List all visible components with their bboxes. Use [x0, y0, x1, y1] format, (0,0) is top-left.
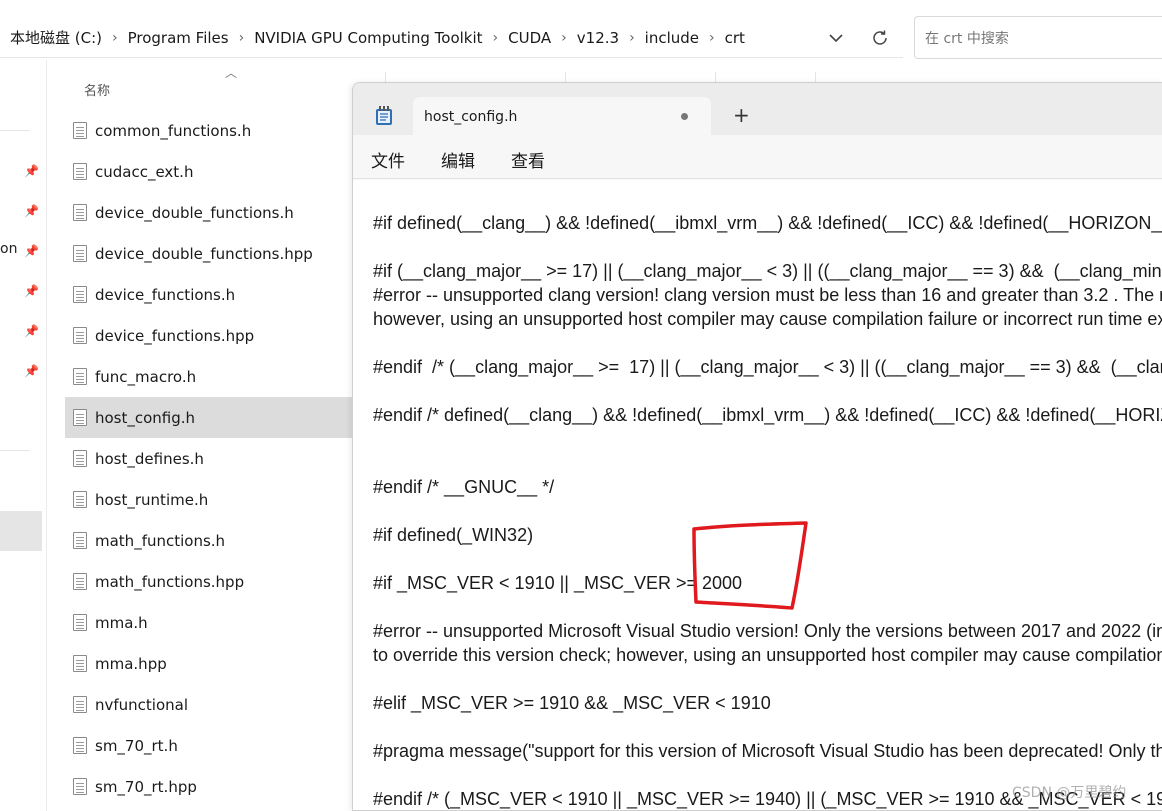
tab-bar: host_config.h + — [353, 83, 1162, 135]
file-icon — [73, 655, 87, 672]
tab-title: host_config.h — [424, 109, 518, 125]
file-icon — [73, 122, 87, 139]
file-row[interactable]: math_functions.h — [65, 520, 365, 561]
divider — [0, 130, 30, 131]
breadcrumb-item[interactable]: CUDA — [508, 29, 551, 47]
file-name: sm_70_rt.h — [95, 736, 178, 755]
breadcrumb-item[interactable]: crt — [725, 29, 745, 47]
file-row[interactable]: device_double_functions.h — [65, 192, 365, 233]
file-name: common_functions.h — [95, 121, 252, 140]
file-icon — [73, 614, 87, 631]
file-icon — [73, 696, 87, 713]
chevron-right-icon[interactable]: › — [493, 30, 499, 46]
file-icon — [73, 532, 87, 549]
nav-item-selected[interactable] — [0, 511, 42, 551]
tab-host-config[interactable]: host_config.h — [413, 97, 711, 135]
navigation-pane: 📌 📌 on 📌 📌 📌 📌 — [0, 76, 46, 811]
column-name-header[interactable]: 名称 — [84, 80, 110, 99]
breadcrumb-item[interactable]: include — [645, 29, 699, 47]
menu-file[interactable]: 文件 — [371, 147, 405, 172]
file-name: func_macro.h — [95, 367, 197, 386]
file-icon — [73, 737, 87, 754]
pin-icon: 📌 — [24, 324, 39, 338]
text-editor[interactable]: #if defined(__clang__) && !defined(__ibm… — [353, 180, 1162, 810]
file-row[interactable]: host_defines.h — [65, 438, 365, 479]
file-row[interactable]: device_functions.hpp — [65, 315, 365, 356]
file-row[interactable]: func_macro.h — [65, 356, 365, 397]
file-name: math_functions.h — [95, 531, 226, 550]
file-row[interactable]: mma.hpp — [65, 643, 365, 684]
file-icon — [73, 204, 87, 221]
file-icon — [73, 778, 87, 795]
menu-view[interactable]: 查看 — [511, 147, 545, 172]
file-icon — [73, 491, 87, 508]
file-row[interactable]: cudacc_ext.h — [65, 151, 365, 192]
chevron-right-icon[interactable]: › — [629, 30, 635, 46]
notepad-app-icon — [375, 106, 393, 126]
breadcrumb-item[interactable]: NVIDIA GPU Computing Toolkit — [254, 29, 482, 47]
file-name: mma.h — [95, 613, 148, 632]
file-name: host_config.h — [95, 408, 196, 427]
file-name: nvfunctional — [95, 695, 189, 714]
chevron-right-icon[interactable]: › — [239, 30, 245, 46]
file-name: math_functions.hpp — [95, 572, 245, 591]
pane-divider[interactable] — [46, 60, 47, 811]
file-name: device_functions.h — [95, 285, 236, 304]
file-row[interactable]: math_functions.hpp — [65, 561, 365, 602]
file-row[interactable]: device_functions.h — [65, 274, 365, 315]
file-icon — [73, 368, 87, 385]
pin-icon: 📌 — [24, 244, 39, 258]
menu-edit[interactable]: 编辑 — [441, 147, 475, 172]
menu-bar: 文件 编辑 查看 — [353, 135, 1162, 179]
divider — [0, 450, 30, 451]
file-icon — [73, 286, 87, 303]
unsaved-dot-icon[interactable] — [681, 113, 688, 120]
new-tab-button[interactable]: + — [733, 105, 750, 125]
file-row[interactable]: common_functions.h — [65, 110, 365, 151]
breadcrumb-item[interactable]: Program Files — [128, 29, 229, 47]
file-icon — [73, 163, 87, 180]
pin-icon: 📌 — [24, 204, 39, 218]
breadcrumb-item[interactable]: 本地磁盘 (C:) — [10, 27, 102, 48]
file-icon — [73, 327, 87, 344]
file-icon — [73, 573, 87, 590]
breadcrumb-item[interactable]: v12.3 — [577, 29, 619, 47]
code-text[interactable]: #if defined(__clang__) && !defined(__ibm… — [373, 211, 1162, 810]
file-row[interactable]: sm_70_rt.h — [65, 725, 365, 766]
refresh-icon[interactable] — [866, 24, 894, 52]
file-icon — [73, 409, 87, 426]
file-icon — [73, 450, 87, 467]
file-row[interactable]: host_runtime.h — [65, 479, 365, 520]
pin-icon: 📌 — [24, 364, 39, 378]
file-icon — [73, 245, 87, 262]
chevron-down-icon[interactable] — [822, 26, 850, 50]
file-name: device_functions.hpp — [95, 326, 255, 345]
pin-icon: 📌 — [24, 284, 39, 298]
file-list: common_functions.h cudacc_ext.h device_dou… — [65, 110, 365, 807]
chevron-right-icon[interactable]: › — [112, 30, 118, 46]
chevron-right-icon[interactable]: › — [561, 30, 567, 46]
breadcrumb[interactable]: 本地磁盘 (C:) › Program Files › NVIDIA GPU Compu… — [0, 18, 903, 58]
chevron-right-icon[interactable]: › — [709, 30, 715, 46]
pin-icon: 📌 — [24, 164, 39, 178]
notepad-window: host_config.h + 文件 编辑 查看 #if defined(__c… — [352, 82, 1162, 811]
search-input[interactable]: 在 crt 中搜索 — [914, 16, 1162, 59]
file-name: device_double_functions.hpp — [95, 244, 313, 263]
file-name: device_double_functions.h — [95, 203, 294, 222]
file-row[interactable]: nvfunctional — [65, 684, 365, 725]
nav-item-partial-label[interactable]: on — [0, 241, 17, 257]
file-name: sm_70_rt.hpp — [95, 777, 197, 796]
file-row[interactable]: mma.h — [65, 602, 365, 643]
file-row[interactable]: sm_70_rt.hpp — [65, 766, 365, 807]
file-row[interactable]: device_double_functions.hpp — [65, 233, 365, 274]
file-row[interactable]: host_config.h — [65, 397, 365, 438]
file-name: host_runtime.h — [95, 490, 209, 509]
file-name: cudacc_ext.h — [95, 162, 194, 181]
sort-ascending-icon: ︿ — [225, 66, 238, 80]
file-name: mma.hpp — [95, 654, 167, 673]
file-name: host_defines.h — [95, 449, 204, 468]
watermark: CSDN @万里碧约 — [1012, 785, 1127, 801]
